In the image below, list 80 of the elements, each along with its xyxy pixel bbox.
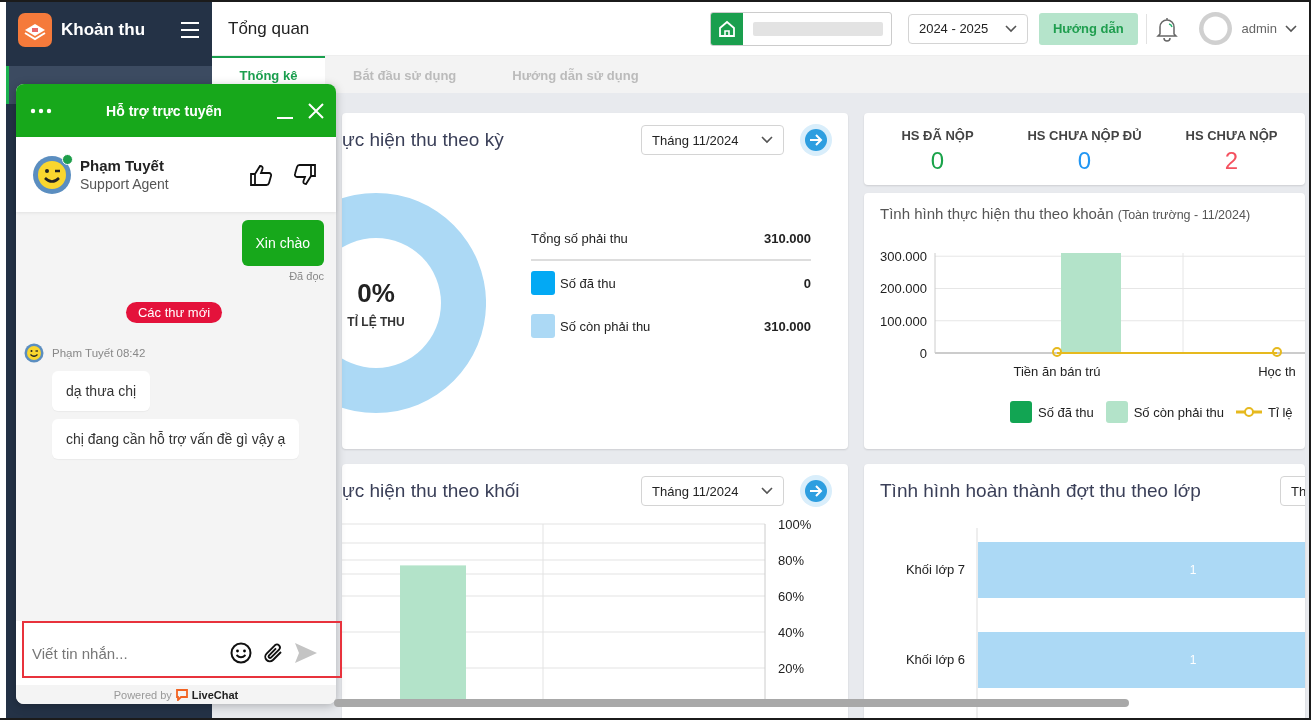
chat-bubble-icon bbox=[175, 688, 188, 701]
period-select[interactable]: Th bbox=[1280, 476, 1305, 506]
page-title: Tổng quan bbox=[228, 18, 310, 39]
legend-label: Số đã thu bbox=[560, 275, 616, 291]
bell-icon[interactable] bbox=[1154, 15, 1179, 42]
agent-role: Support Agent bbox=[80, 176, 170, 192]
smiley-avatar-icon bbox=[24, 343, 44, 363]
thumbs-up-icon[interactable] bbox=[250, 163, 272, 186]
axis-tick-label: 0 bbox=[919, 346, 927, 361]
card-title: ực hiện thu theo khối bbox=[342, 480, 520, 502]
chevron-down-icon bbox=[1285, 24, 1297, 33]
legend-label: Tổng số phải thu bbox=[531, 230, 628, 246]
user-menu[interactable]: admin bbox=[1241, 21, 1297, 36]
powered-by-text: Powered by bbox=[113, 688, 172, 701]
home-icon bbox=[717, 19, 736, 38]
go-button[interactable] bbox=[800, 475, 832, 507]
axis-tick-label: 100.000 bbox=[880, 313, 927, 329]
chevron-down-icon bbox=[761, 487, 773, 495]
school-field[interactable] bbox=[709, 11, 892, 46]
card-title: Tình hình thực hiện thu theo khoản (Toàn trường - 11/2024) bbox=[879, 204, 1252, 224]
more-icon[interactable] bbox=[30, 107, 52, 114]
legend-swatch bbox=[1010, 401, 1032, 423]
close-icon[interactable] bbox=[308, 102, 324, 119]
stat-value: 2 bbox=[1224, 147, 1239, 175]
chevron-down-icon bbox=[1004, 24, 1017, 33]
category-label: Tiền ăn bán trú bbox=[1013, 364, 1101, 379]
period-select[interactable]: Tháng 11/2024 bbox=[641, 476, 784, 506]
axis-tick-label: 20% bbox=[778, 661, 805, 676]
chat-title: Hỗ trợ trực tuyến bbox=[105, 102, 223, 119]
period-select[interactable]: Tháng 11/2024 bbox=[641, 125, 784, 155]
scrollbar-thumb[interactable] bbox=[334, 699, 1129, 707]
rate-label: TỈ LỆ THU bbox=[347, 314, 405, 329]
bar-value-label: 1 bbox=[1189, 653, 1197, 667]
axis-tick-label: 60% bbox=[778, 589, 805, 604]
incoming-message: chị đang cần hỗ trợ vấn đề gì vậy ạ bbox=[52, 419, 300, 459]
read-status: Đã đọc bbox=[289, 270, 324, 282]
smiley-avatar-icon bbox=[32, 154, 72, 195]
outgoing-message: Xin chào bbox=[241, 220, 324, 266]
bar-value-label: 1 bbox=[1189, 563, 1197, 577]
year-select[interactable]: 2024 - 2025 bbox=[907, 13, 1028, 44]
stat-label: HS CHƯA NỘP bbox=[1185, 128, 1278, 143]
stat-label: HS CHƯA NỘP ĐỦ bbox=[1027, 128, 1142, 143]
paperclip-icon[interactable] bbox=[262, 642, 284, 664]
chevron-down-icon bbox=[761, 136, 773, 144]
card-title: Tình hình hoàn thành đợt thu theo lớp bbox=[879, 480, 1201, 502]
legend-label: Tỉ lệ bbox=[1268, 404, 1293, 420]
agent-name: Phạm Tuyết bbox=[80, 157, 165, 174]
brand-name: LiveChat bbox=[191, 688, 239, 701]
legend-value: 310.000 bbox=[764, 318, 811, 334]
thumbs-down-icon[interactable] bbox=[294, 163, 316, 186]
rate-value: 0% bbox=[357, 277, 395, 309]
axis-tick-label: 80% bbox=[778, 553, 805, 568]
sender-name-time: Phạm Tuyết 08:42 bbox=[52, 347, 146, 359]
new-messages-badge: Các thư mới bbox=[125, 302, 223, 323]
category-label: Khối lớp 6 bbox=[905, 652, 965, 667]
app-logo-icon bbox=[18, 12, 52, 47]
legend-label: Số đã thu bbox=[1038, 404, 1094, 420]
stat-value: 0 bbox=[930, 147, 945, 175]
app-title: Khoản thu bbox=[61, 19, 147, 40]
stat-label: HS ĐÃ NỘP bbox=[901, 128, 974, 143]
menu-icon[interactable] bbox=[180, 20, 200, 39]
category-label: Khối lớp 7 bbox=[905, 562, 965, 577]
incoming-message: dạ thưa chị bbox=[52, 371, 151, 411]
legend-swatch bbox=[1105, 401, 1128, 423]
send-icon[interactable] bbox=[294, 642, 318, 664]
axis-tick-label: 300.000 bbox=[880, 249, 927, 265]
line-marker-icon bbox=[1236, 406, 1262, 418]
legend-value: 0 bbox=[803, 275, 811, 291]
legend-label: Số còn phải thu bbox=[560, 318, 651, 334]
category-label: Học th bbox=[1258, 364, 1296, 379]
emoji-icon[interactable] bbox=[230, 642, 252, 664]
axis-tick-label: 100% bbox=[778, 517, 812, 532]
axis-tick-label: 200.000 bbox=[880, 281, 927, 297]
legend-label: Số còn phải thu bbox=[1133, 404, 1224, 420]
stat-value: 0 bbox=[1077, 147, 1092, 175]
go-button[interactable] bbox=[800, 124, 832, 156]
card-title: ực hiện thu theo kỳ bbox=[342, 129, 504, 151]
axis-tick-label: 40% bbox=[778, 625, 805, 640]
legend-value: 310.000 bbox=[764, 230, 811, 246]
message-input[interactable]: Viết tin nhắn... bbox=[30, 643, 220, 663]
